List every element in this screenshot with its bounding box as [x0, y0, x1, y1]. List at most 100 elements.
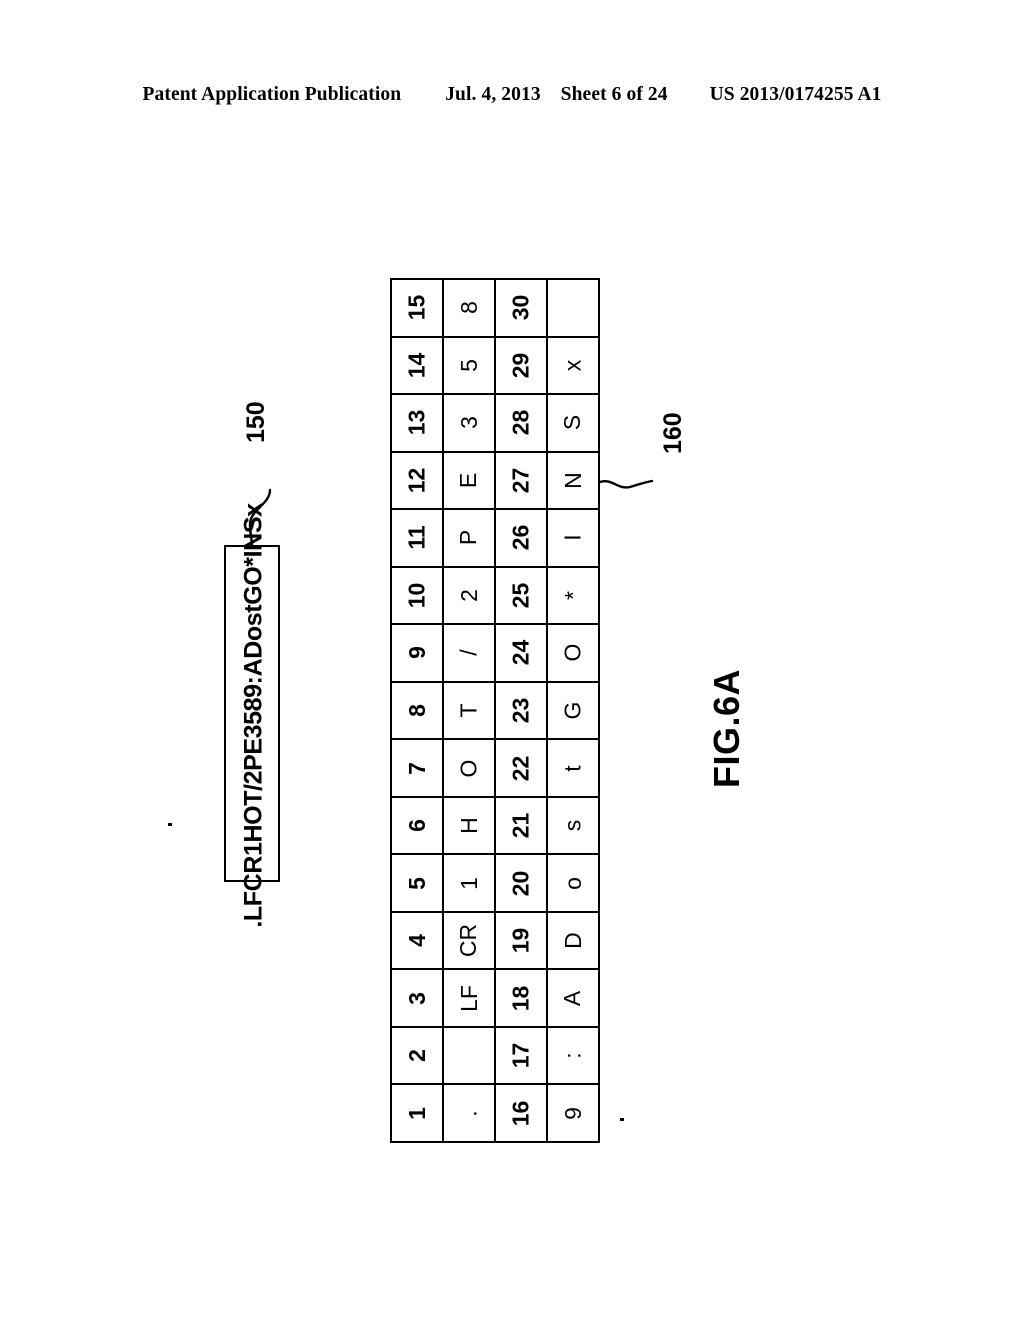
cell-index-high: 18	[507, 985, 534, 1011]
table-cell: 21	[496, 797, 548, 854]
table-cell: 3	[444, 395, 496, 451]
table-cell: I	[548, 510, 598, 566]
cell-char-high: S	[559, 415, 586, 431]
cell-index-high: 21	[507, 812, 534, 839]
table-cell: 14	[392, 337, 444, 394]
table-cell: 8	[444, 280, 496, 336]
table-cell: A	[548, 970, 598, 1026]
table-cell: 29	[496, 337, 548, 394]
cell-char-low: 2	[455, 589, 482, 602]
cell-index-low: 4	[403, 934, 430, 948]
cell-char-high: G	[559, 701, 586, 720]
cell-char-low: 1	[455, 876, 482, 890]
table-cell: LF	[444, 970, 496, 1026]
table-cell: 27	[496, 452, 548, 509]
table-cell: 25	[496, 567, 548, 624]
table-cell: 16	[496, 1085, 548, 1141]
table-cell: 17	[496, 1027, 548, 1084]
cell-index-low: 8	[403, 704, 430, 717]
cell-index-low: 12	[403, 467, 430, 494]
table-cell: 19	[496, 912, 548, 969]
table-cell: 9	[548, 1085, 598, 1141]
figure-caption: FIG.6A	[700, 630, 770, 790]
cell-char-low: 3	[455, 416, 482, 430]
table-cell: 1	[392, 1085, 444, 1141]
cell-char-high: N	[559, 472, 586, 489]
cell-char-low: H	[455, 817, 482, 834]
cell-index-high: 28	[507, 410, 534, 436]
table-cell: x	[548, 338, 598, 394]
cell-index-low: 2	[403, 1049, 430, 1063]
table-cell	[548, 280, 598, 336]
cell-index-low: 6	[403, 819, 430, 832]
cell-index-low: 11	[403, 525, 430, 551]
table-column: 8 T 23 G	[392, 682, 598, 741]
cell-char-high: :	[559, 1052, 586, 1059]
table-cell: 4	[392, 912, 444, 969]
table-column: 12 E 27 N	[392, 452, 598, 511]
cell-index-low: 3	[403, 991, 430, 1005]
table-cell: P	[444, 510, 496, 566]
encoded-string-box: .LFCR1HOT/2PE3589:ADostGO*INSx	[224, 503, 280, 928]
table-cell: N	[548, 453, 598, 509]
cell-char-low: 5	[455, 358, 482, 372]
table-cell: 2	[392, 1027, 444, 1084]
table-cell: H	[444, 797, 496, 854]
table-cell: 6	[392, 797, 444, 854]
cell-char-low: E	[455, 472, 482, 489]
table-column: 10 2 25 *	[392, 567, 598, 626]
cell-char-high: t	[559, 764, 586, 772]
reference-numeral-150-label: 150	[242, 401, 270, 443]
cell-index-high: 19	[507, 927, 534, 954]
table-cell: E	[444, 452, 496, 509]
cell-char-low: LF	[455, 984, 482, 1012]
cell-index-low: 10	[403, 582, 430, 609]
table-cell	[444, 1027, 496, 1084]
table-cell: 30	[496, 280, 548, 336]
cell-index-high: 20	[507, 870, 534, 896]
table-cell: 20	[496, 855, 548, 911]
cell-index-low: 9	[403, 646, 430, 660]
table-cell: S	[548, 395, 598, 451]
cell-index-low: 14	[403, 352, 430, 379]
table-cell: 15	[392, 280, 444, 336]
table-cell: s	[548, 798, 598, 854]
table-column: 11 P 26 I	[392, 510, 598, 568]
cell-index-low: 15	[403, 294, 430, 321]
table-cell: 22	[496, 740, 548, 796]
table-column: 9 / 24 O	[392, 625, 598, 683]
table-cell: 23	[496, 682, 548, 739]
cell-index-high: 25	[507, 582, 534, 609]
cell-char-low: O	[455, 759, 482, 777]
cell-char-low: T	[455, 703, 482, 718]
scan-speck	[168, 823, 172, 826]
cell-char-high: D	[559, 932, 586, 949]
reference-numeral-160: 160	[645, 412, 715, 512]
table-column: 4 CR 19 D	[392, 912, 598, 971]
cell-char-low: /	[455, 649, 482, 657]
table-column: 1. 16 9	[392, 1085, 598, 1141]
table-column: 14 5 29 x	[392, 337, 598, 396]
cell-index-low: 13	[403, 410, 430, 436]
table-cell: 8	[392, 682, 444, 739]
table-cell: 13	[392, 395, 444, 451]
table-cell: :	[548, 1028, 598, 1084]
cell-char-high: *	[559, 590, 586, 600]
cell-char-low: 8	[455, 301, 482, 315]
table-column: 5 1 20 o	[392, 855, 598, 913]
cell-index-low: 5	[403, 876, 430, 890]
figure-drawing-area: 150 .LFCR1HOT/2PE3589:ADostGO*INSx 15 8 30…	[0, 0, 1024, 1320]
table-cell: 10	[392, 567, 444, 624]
cell-index-high: 30	[507, 294, 534, 321]
table-cell: 9	[392, 625, 444, 681]
cell-char-high: A	[559, 990, 586, 1006]
cell-index-high: 22	[507, 755, 534, 781]
figure-caption-label: FIG.6A	[706, 668, 747, 788]
table-cell: .	[444, 1085, 496, 1141]
table-cell: O	[444, 740, 496, 796]
table-cell: CR	[444, 912, 496, 969]
table-cell: 12	[392, 452, 444, 509]
cell-index-high: 27	[507, 467, 534, 494]
table-cell: 28	[496, 395, 548, 451]
cell-char-high: o	[559, 876, 586, 890]
